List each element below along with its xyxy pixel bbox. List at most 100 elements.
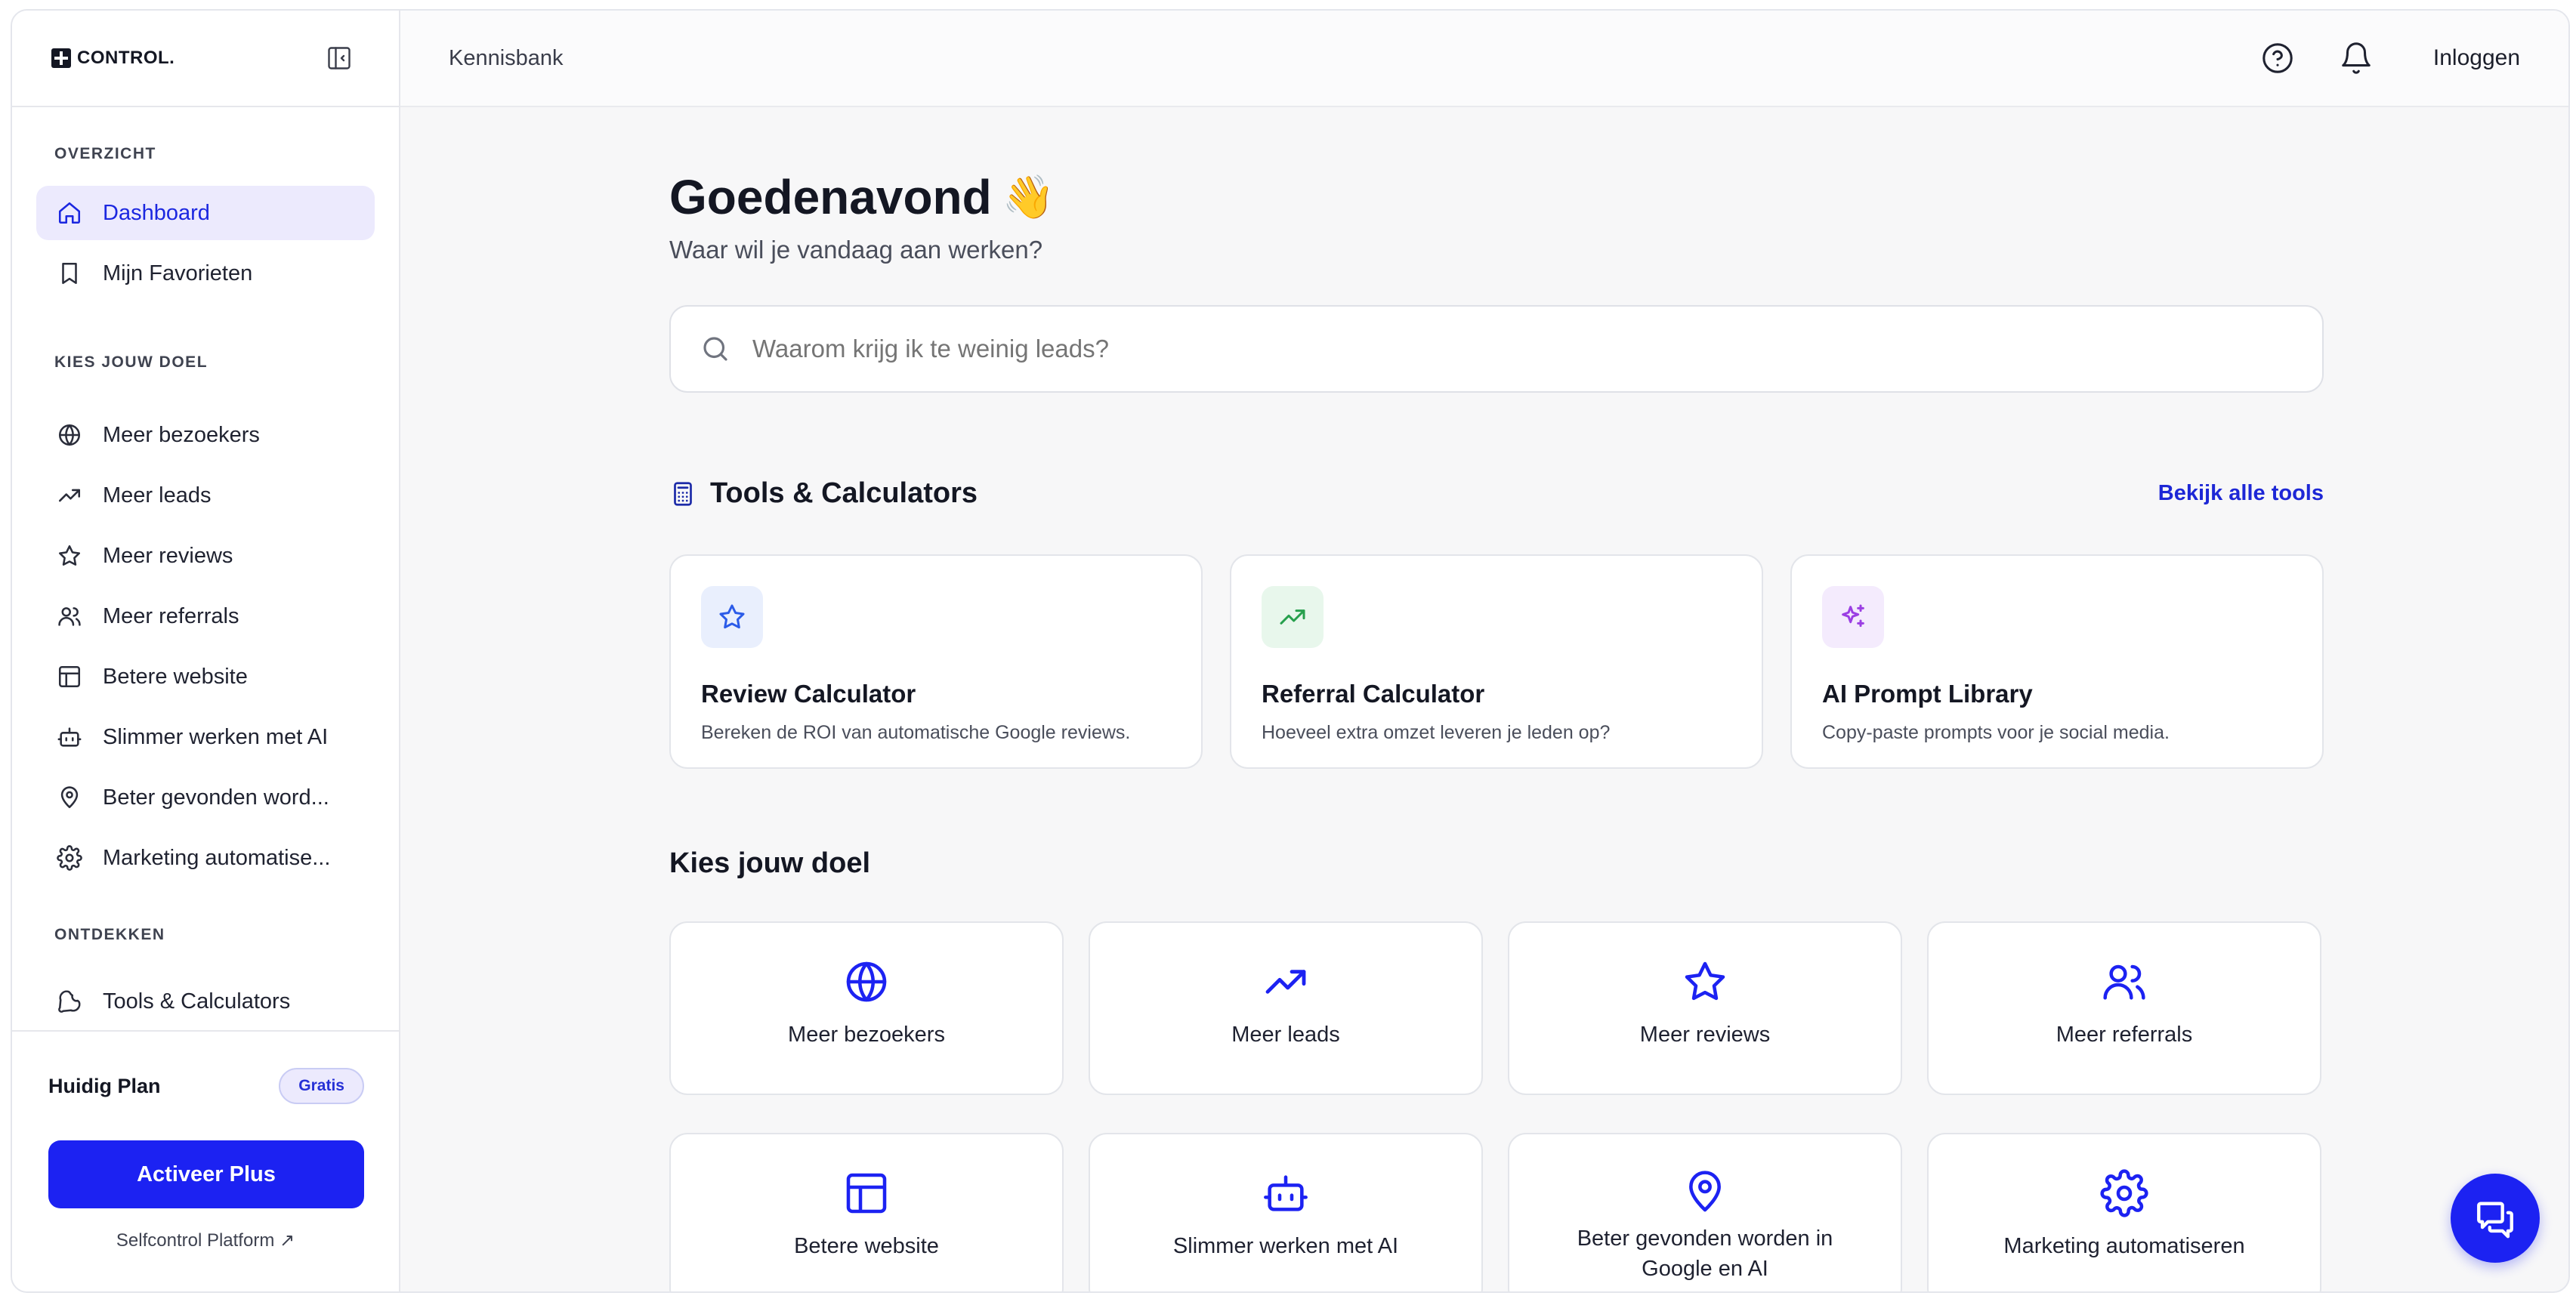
layout-icon <box>839 1166 894 1220</box>
goals-section-title: Kies jouw doel <box>669 847 871 879</box>
brand-logo[interactable]: CONTROL. <box>51 48 175 69</box>
goal-card-referrals[interactable]: Meer referrals <box>1927 921 2321 1095</box>
tool-card-ai-prompt-library[interactable]: AI Prompt Library Copy-paste prompts voo… <box>1790 554 2324 769</box>
globe-icon <box>839 955 894 1009</box>
help-button[interactable] <box>2258 39 2297 78</box>
home-icon <box>54 198 85 228</box>
breadcrumb[interactable]: Kennisbank <box>449 46 564 71</box>
goal-card-leads[interactable]: Meer leads <box>1089 921 1483 1095</box>
calculator-icon <box>674 481 692 506</box>
sidebar-item-label: Tools & Calculators <box>103 989 291 1014</box>
sidebar-item-label: Betere website <box>103 664 248 689</box>
sidebar-collapse-button[interactable] <box>325 44 354 73</box>
selfcontrol-platform-link[interactable]: Selfcontrol Platform ↗ <box>12 1229 399 1251</box>
bot-icon <box>54 722 85 752</box>
tool-card-review-calculator[interactable]: Review Calculator Bereken de ROI van aut… <box>669 554 1203 769</box>
help-icon <box>2262 43 2293 73</box>
greeting-text: Goedenavond <box>669 170 992 224</box>
chat-button[interactable] <box>2451 1174 2540 1263</box>
sidebar-item-automation[interactable]: Marketing automatise... <box>36 828 375 888</box>
gear-icon <box>2097 1166 2151 1220</box>
sidebar-item-website[interactable]: Betere website <box>36 646 375 707</box>
star-icon <box>1678 955 1732 1009</box>
waving-hand-icon: 👋 <box>1002 173 1055 221</box>
sidebar-item-leads[interactable]: Meer leads <box>36 465 375 526</box>
tool-card-desc: Copy-paste prompts voor je social media. <box>1822 722 2170 743</box>
goal-card-automation[interactable]: Marketing automatiseren <box>1927 1133 2321 1291</box>
star-icon <box>54 541 85 571</box>
logo-mark-icon <box>51 48 71 68</box>
plan-label: Huidig Plan <box>48 1074 161 1097</box>
tool-card-desc: Bereken de ROI van automatische Google r… <box>701 722 1131 743</box>
sidebar-item-found[interactable]: Beter gevonden word... <box>36 767 375 828</box>
plan-row: Huidig Plan Gratis <box>12 1032 399 1104</box>
bookmark-icon <box>54 258 85 288</box>
activate-plus-button[interactable]: Activeer Plus <box>48 1140 364 1208</box>
tool-card-title: Referral Calculator <box>1262 680 1485 708</box>
tool-card-desc: Hoeveel extra omzet leveren je leden op? <box>1262 722 1611 743</box>
goal-card-website[interactable]: Betere website <box>669 1133 1064 1291</box>
sidebar-item-label: Meer reviews <box>103 543 233 568</box>
sparkles-icon <box>1822 586 1884 648</box>
goal-card-reviews[interactable]: Meer reviews <box>1508 921 1902 1095</box>
tool-card-title: AI Prompt Library <box>1822 680 2033 708</box>
see-all-tools-link[interactable]: Bekijk alle tools <box>2158 481 2324 506</box>
goal-card-visitors[interactable]: Meer bezoekers <box>669 921 1064 1095</box>
goal-card-ai[interactable]: Slimmer werken met AI <box>1089 1133 1483 1291</box>
goal-card-label: Meer leads <box>1231 1023 1340 1047</box>
users-icon <box>54 601 85 631</box>
search-box[interactable] <box>669 305 2324 393</box>
sidebar-item-label: Dashboard <box>103 200 210 225</box>
bell-icon <box>2342 42 2371 74</box>
map-pin-icon <box>1678 1165 1732 1219</box>
goal-card-label: Beter gevonden worden in Google en AI <box>1577 1226 1833 1281</box>
tool-card-referral-calculator[interactable]: Referral Calculator Hoeveel extra omzet … <box>1230 554 1763 769</box>
app-window: CONTROL. OVERZICHT Dashboard Mijn Favori… <box>11 9 2570 1293</box>
brand-name: CONTROL. <box>77 48 175 68</box>
top-actions: Inloggen <box>2258 39 2520 78</box>
sidebar-item-visitors[interactable]: Meer bezoekers <box>36 405 375 465</box>
search-icon <box>703 337 727 361</box>
sidebar-item-label: Beter gevonden word... <box>103 785 329 810</box>
section-goals: KIES JOUW DOEL <box>54 353 208 371</box>
tools-section-title-text: Tools & Calculators <box>710 477 978 509</box>
users-icon <box>2097 955 2151 1009</box>
map-pin-icon <box>54 782 85 813</box>
panel-left-icon <box>328 47 351 69</box>
section-overview: OVERZICHT <box>54 145 156 162</box>
chat-icon <box>2477 1202 2513 1239</box>
sidebar-item-tools[interactable]: Tools & Calculators <box>36 971 375 1032</box>
sidebar-item-referrals[interactable]: Meer referrals <box>36 586 375 646</box>
bot-icon <box>1259 1166 1313 1220</box>
main-content: Kennisbank Inloggen Goedenavond 👋 Waar w… <box>400 11 2568 1291</box>
notifications-button[interactable] <box>2337 39 2376 78</box>
trending-up-icon <box>1262 586 1324 648</box>
goal-card-label: Meer referrals <box>2056 1023 2193 1047</box>
sidebar-item-reviews[interactable]: Meer reviews <box>36 526 375 586</box>
goal-card-label: Betere website <box>794 1234 939 1258</box>
sidebar: CONTROL. OVERZICHT Dashboard Mijn Favori… <box>12 11 400 1291</box>
gear-icon <box>54 843 85 873</box>
goals-section-header: Kies jouw doel <box>669 847 2324 880</box>
sidebar-item-label: Meer leads <box>103 483 212 508</box>
goal-card-found[interactable]: Beter gevonden worden in Google en AI <box>1508 1133 1902 1291</box>
goal-card-label: Meer reviews <box>1639 1023 1771 1047</box>
tool-card-title: Review Calculator <box>701 680 916 708</box>
sidebar-item-label: Meer bezoekers <box>103 422 260 447</box>
wrench-icon <box>54 986 85 1017</box>
sidebar-item-ai[interactable]: Slimmer werken met AI <box>36 707 375 767</box>
greeting-title: Goedenavond 👋 <box>669 169 1055 225</box>
sidebar-item-label: Meer referrals <box>103 603 239 628</box>
goal-card-label: Meer bezoekers <box>788 1023 945 1047</box>
plan-badge: Gratis <box>279 1068 364 1104</box>
login-button[interactable]: Inloggen <box>2433 45 2520 71</box>
sidebar-header: CONTROL. <box>12 11 399 107</box>
sidebar-item-label: Mijn Favorieten <box>103 261 253 285</box>
trending-up-icon <box>54 480 85 511</box>
section-discover: ONTDEKKEN <box>54 926 165 943</box>
sidebar-item-label: Marketing automatise... <box>103 845 331 870</box>
search-input[interactable] <box>752 335 2188 363</box>
sidebar-item-favorites[interactable]: Mijn Favorieten <box>36 246 375 301</box>
sidebar-item-label: Slimmer werken met AI <box>103 724 329 749</box>
sidebar-item-dashboard[interactable]: Dashboard <box>36 186 375 240</box>
